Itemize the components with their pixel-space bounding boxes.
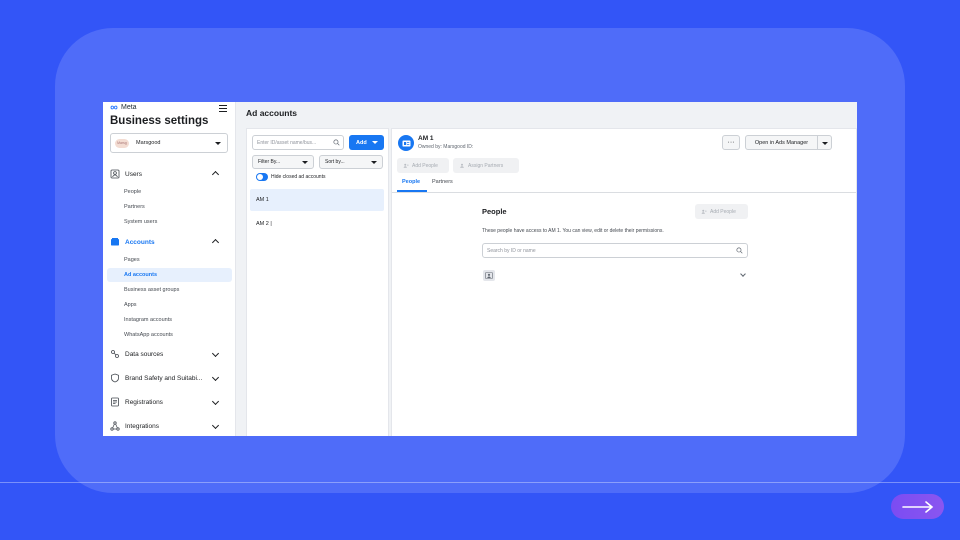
tab-partners[interactable]: Partners (432, 179, 453, 185)
chevron-down-icon[interactable] (740, 271, 746, 277)
search-placeholder: Enter ID/asset name/bus... (257, 139, 317, 146)
meta-logo: Meta (110, 104, 137, 111)
ad-account-avatar (398, 135, 414, 151)
business-avatar: Marsg (115, 138, 129, 148)
add-people-label: Add People (710, 208, 736, 215)
sidebar-item-people[interactable]: People (124, 189, 141, 195)
chevron-down-icon (211, 373, 220, 382)
sidebar-section-data-sources[interactable]: Data sources (110, 349, 228, 359)
sidebar-section-label: Brand Safety and Suitabi... (125, 374, 203, 382)
shield-icon (111, 373, 119, 383)
sort-by-select[interactable]: Sort by... (319, 155, 383, 169)
add-button[interactable]: Add (349, 135, 384, 150)
ad-account-detail-panel: AM 1 Owned by: Marsgood ID: ··· Open in … (391, 128, 857, 436)
ad-account-row[interactable]: AM 1 (250, 189, 384, 211)
person-card-icon (485, 272, 493, 279)
add-people-button[interactable]: Add People (397, 158, 449, 173)
people-description: These people have access to AM 1. You ca… (482, 228, 664, 234)
tab-people[interactable]: People (402, 179, 420, 185)
hide-closed-label: Hide closed ad accounts (271, 174, 326, 180)
data-sources-icon (111, 350, 119, 358)
sidebar-item-apps[interactable]: Apps (124, 302, 137, 308)
partners-icon (460, 163, 464, 168)
business-selector[interactable]: Marsg Marsgood (110, 133, 228, 153)
page-title: Business settings (110, 115, 209, 127)
ad-account-icon (402, 140, 410, 146)
add-button-label: Add (356, 139, 367, 146)
chevron-up-icon (211, 238, 220, 247)
open-in-ads-manager-button[interactable]: Open in Ads Manager (745, 135, 818, 150)
chevron-down-icon (302, 161, 308, 164)
person-avatar-icon[interactable] (483, 270, 495, 281)
users-icon (110, 169, 120, 179)
people-heading: People (482, 207, 507, 216)
menu-icon[interactable] (219, 105, 227, 112)
sidebar-item-system-users[interactable]: System users (124, 219, 157, 225)
asset-search-input[interactable]: Enter ID/asset name/bus... (252, 135, 344, 150)
filter-by-select[interactable]: Filter By... (252, 155, 314, 169)
sort-label: Sort by... (325, 159, 345, 165)
ad-accounts-title: Ad accounts (246, 108, 298, 118)
sidebar-item-instagram-accounts[interactable]: Instagram accounts (124, 317, 172, 323)
chevron-down-icon (372, 141, 378, 144)
sidebar: Meta Business settings Marsg Marsgood Us… (103, 102, 236, 436)
next-button[interactable] (891, 494, 944, 519)
sidebar-item-business-asset-groups[interactable]: Business asset groups (124, 287, 179, 293)
add-people-secondary-button[interactable]: Add People (695, 204, 748, 219)
chevron-down-icon (211, 421, 220, 430)
ad-accounts-list-panel: Enter ID/asset name/bus... Add Filter By… (246, 128, 389, 436)
more-options-button[interactable]: ··· (722, 135, 740, 150)
hide-closed-toggle[interactable] (256, 173, 268, 181)
filter-label: Filter By... (258, 159, 281, 165)
chevron-down-icon (371, 161, 377, 164)
people-search-input[interactable]: Search by ID or name (482, 243, 748, 258)
sidebar-section-brand-safety[interactable]: Brand Safety and Suitabi... (110, 373, 228, 383)
sidebar-section-users[interactable]: Users (110, 169, 228, 179)
business-settings-window: Meta Business settings Marsg Marsgood Us… (103, 102, 857, 436)
meta-infinity-icon (110, 105, 118, 110)
sidebar-item-partners[interactable]: Partners (124, 204, 145, 210)
sidebar-section-accounts[interactable]: Accounts (110, 237, 228, 247)
assign-partners-label: Assign Partners (468, 162, 504, 169)
tabs-divider (392, 192, 856, 193)
ad-account-row[interactable]: AM 2 | (250, 213, 384, 235)
add-person-icon (403, 163, 409, 168)
chevron-down-icon (211, 349, 220, 358)
search-placeholder: Search by ID or name (487, 247, 536, 254)
chevron-down-icon (215, 142, 221, 145)
registrations-icon (111, 397, 119, 407)
sidebar-section-label: Accounts (125, 238, 155, 246)
sidebar-section-registrations[interactable]: Registrations (110, 397, 228, 407)
sidebar-item-whatsapp-accounts[interactable]: WhatsApp accounts (124, 332, 173, 338)
arrow-right-icon (901, 500, 933, 513)
chevron-down-icon (822, 142, 828, 145)
meta-brand-text: Meta (121, 104, 137, 111)
search-icon (736, 247, 743, 254)
assign-partners-button[interactable]: Assign Partners (453, 158, 519, 173)
integrations-icon (110, 421, 120, 431)
chevron-down-icon (211, 397, 220, 406)
business-name: Marsgood (136, 140, 161, 146)
sidebar-section-label: Data sources (125, 350, 164, 358)
sidebar-item-ad-accounts[interactable]: Ad accounts (107, 268, 232, 282)
search-icon (333, 139, 340, 146)
open-options-dropdown[interactable] (818, 135, 832, 150)
ad-account-owner: Owned by: Marsgood ID: (418, 144, 474, 150)
sidebar-item-pages[interactable]: Pages (124, 257, 140, 263)
accounts-icon (111, 238, 119, 246)
divider-line (0, 482, 960, 483)
add-people-label: Add People (412, 162, 438, 169)
sidebar-section-integrations[interactable]: Integrations (110, 421, 228, 431)
sidebar-section-label: Users (125, 170, 142, 178)
add-person-icon (701, 209, 707, 214)
sidebar-section-label: Registrations (125, 398, 163, 406)
sidebar-section-label: Integrations (125, 422, 159, 430)
chevron-up-icon (211, 170, 220, 179)
ad-account-name: AM 1 (418, 135, 434, 142)
